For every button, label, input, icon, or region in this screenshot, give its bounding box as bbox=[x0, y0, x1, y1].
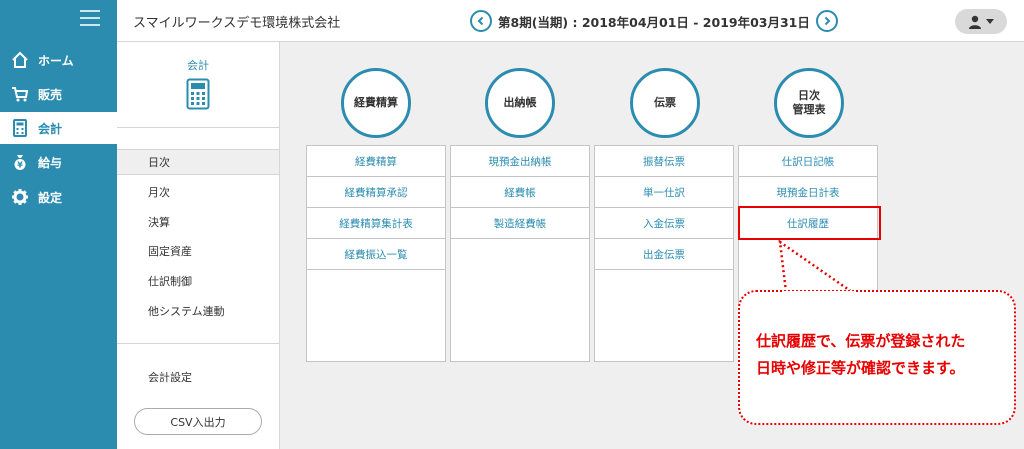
submenu-item-monthly[interactable]: 月次 bbox=[117, 179, 279, 205]
nav-item-payroll[interactable]: ¥ 給与 bbox=[0, 146, 117, 178]
cashbook-circle[interactable]: 出納帳 bbox=[485, 68, 555, 138]
link-expense-transfer-list[interactable]: 経費振込一覧 bbox=[307, 239, 445, 270]
link-receipt-voucher[interactable]: 入金伝票 bbox=[595, 208, 733, 239]
callout-text: 仕訳履歴で、伝票が登録された 日時や修正等が確認できます。 bbox=[756, 328, 965, 382]
annotation-callout: 仕訳履歴で、伝票が登録された 日時や修正等が確認できます。 bbox=[738, 290, 1016, 425]
link-cash-deposit-book[interactable]: 現預金出納帳 bbox=[451, 146, 589, 177]
nav-item-label: 設定 bbox=[38, 190, 63, 205]
daily-report-circle[interactable]: 日次 管理表 bbox=[774, 68, 844, 138]
daily-report-title-line2: 管理表 bbox=[792, 103, 826, 116]
nav-item-home[interactable]: ホーム bbox=[0, 44, 117, 76]
link-transfer-voucher[interactable]: 振替伝票 bbox=[595, 146, 733, 177]
accounting-submenu: 会計 日次 月次 決算 固定資産 仕訳制御 他システム連動 会計設定 CSV入出… bbox=[117, 42, 280, 449]
csv-import-export-button[interactable]: CSV入出力 bbox=[134, 408, 262, 435]
caret-down-icon bbox=[986, 18, 994, 24]
submenu-header: 会計 bbox=[117, 42, 279, 128]
calculator-icon bbox=[186, 78, 210, 110]
submenu-divider bbox=[117, 343, 279, 344]
sidebar: ホーム 販売 会計 ¥ 給与 設定 bbox=[0, 0, 117, 449]
nav-item-label: 販売 bbox=[38, 87, 63, 102]
nav-item-label: 会計 bbox=[38, 121, 63, 136]
callout-line1: 仕訳履歴で、伝票が登録された bbox=[756, 332, 966, 350]
link-expense-approval[interactable]: 経費精算承認 bbox=[307, 177, 445, 208]
user-icon bbox=[969, 15, 981, 29]
hamburger-menu-icon[interactable] bbox=[80, 10, 100, 26]
cart-icon bbox=[11, 85, 29, 103]
home-icon bbox=[11, 51, 29, 69]
journal-history-highlight bbox=[738, 206, 881, 240]
company-name: スマイルワークスデモ環境株式会社 bbox=[133, 16, 341, 31]
submenu-title: 会計 bbox=[187, 59, 209, 72]
link-single-journal[interactable]: 単一仕訳 bbox=[595, 177, 733, 208]
callout-line2: 日時や修正等が確認できます。 bbox=[756, 359, 965, 377]
next-period-button[interactable] bbox=[815, 10, 838, 32]
nav-item-label: 給与 bbox=[38, 155, 63, 170]
link-payment-voucher[interactable]: 出金伝票 bbox=[595, 239, 733, 270]
link-expense-settlement[interactable]: 経費精算 bbox=[307, 146, 445, 177]
money-bag-icon: ¥ bbox=[11, 153, 29, 171]
voucher-circle[interactable]: 伝票 bbox=[630, 68, 700, 138]
cashbook-column: 現預金出納帳 経費帳 製造経費帳 bbox=[450, 145, 590, 362]
submenu-item-daily[interactable]: 日次 bbox=[117, 149, 279, 175]
link-expense-book[interactable]: 経費帳 bbox=[451, 177, 589, 208]
prev-period-button[interactable] bbox=[470, 10, 492, 32]
voucher-column: 振替伝票 単一仕訳 入金伝票 出金伝票 bbox=[594, 145, 734, 362]
calculator-icon bbox=[11, 119, 29, 137]
expense-settlement-circle[interactable]: 経費精算 bbox=[341, 68, 411, 138]
link-manufacturing-expense-book[interactable]: 製造経費帳 bbox=[451, 208, 589, 239]
daily-report-title-line1: 日次 bbox=[798, 89, 820, 103]
nav-item-settings[interactable]: 設定 bbox=[0, 181, 117, 213]
submenu-item-system-link[interactable]: 他システム連動 bbox=[117, 298, 279, 324]
period-label: 第8期(当期) : 2018年04月01日 - 2019年03月31日 bbox=[498, 14, 810, 30]
gear-icon bbox=[11, 188, 29, 206]
submenu-item-journal-control[interactable]: 仕訳制御 bbox=[117, 268, 279, 294]
nav-item-accounting[interactable]: 会計 bbox=[0, 112, 117, 144]
link-cash-daily-report[interactable]: 現預金日計表 bbox=[739, 177, 877, 208]
user-menu-button[interactable] bbox=[955, 9, 1007, 34]
submenu-item-fixed-assets[interactable]: 固定資産 bbox=[117, 238, 279, 264]
submenu-item-closing[interactable]: 決算 bbox=[117, 209, 279, 235]
chevron-left-icon bbox=[477, 16, 484, 26]
expense-settlement-column: 経費精算 経費精算承認 経費精算集計表 経費振込一覧 bbox=[306, 145, 446, 362]
link-journal-diary[interactable]: 仕訳日記帳 bbox=[739, 146, 877, 177]
submenu-item-accounting-settings[interactable]: 会計設定 bbox=[117, 364, 279, 390]
nav-item-label: ホーム bbox=[38, 53, 74, 68]
period-selector: 第8期(当期) : 2018年04月01日 - 2019年03月31日 bbox=[470, 10, 838, 32]
header: スマイルワークスデモ環境株式会社 第8期(当期) : 2018年04月01日 -… bbox=[117, 0, 1024, 42]
svg-text:¥: ¥ bbox=[17, 161, 23, 170]
chevron-right-icon bbox=[824, 16, 831, 26]
nav-item-sales[interactable]: 販売 bbox=[0, 78, 117, 110]
link-expense-summary[interactable]: 経費精算集計表 bbox=[307, 208, 445, 239]
